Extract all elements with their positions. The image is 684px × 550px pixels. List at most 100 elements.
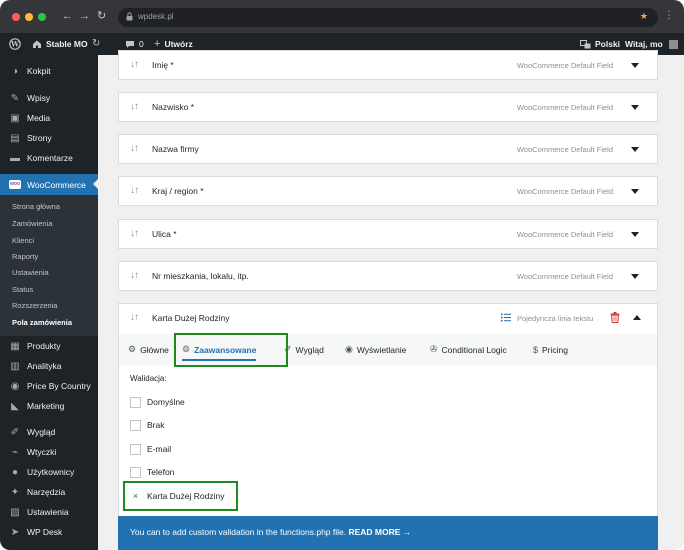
field-name: Nazwa firmy: [152, 144, 199, 154]
sort-handle-icon[interactable]: ↓↑: [130, 59, 139, 70]
sort-handle-icon[interactable]: ↓↑: [130, 101, 139, 112]
option-label: E-mail: [147, 444, 172, 454]
menu-item-price-by-country[interactable]: ◉ Price By Country: [0, 376, 98, 396]
field-name: Imię *: [152, 60, 174, 70]
megaphone-icon: ◣: [11, 400, 19, 412]
field-name: Karta Dużej Rodziny: [152, 313, 230, 323]
menu-item-woocommerce[interactable]: woo WooCommerce: [0, 174, 98, 195]
menu-item-wtyczki[interactable]: ⌁ Wtyczki: [0, 442, 98, 462]
menu-item-uzytkownicy[interactable]: ● Użytkownicy: [0, 462, 98, 482]
tab-wyglad[interactable]: ✐ Wygląd: [284, 334, 324, 365]
dollar-icon: $: [533, 344, 539, 355]
expand-arrow-icon[interactable]: [631, 105, 639, 110]
collapse-arrow-icon[interactable]: [633, 315, 641, 320]
menu-item-wp-desk[interactable]: ➤ WP Desk: [0, 522, 98, 542]
appearance-icon: ✐: [10, 426, 20, 438]
dashboard-icon: ◑: [11, 65, 19, 77]
maximize-window-button[interactable]: [38, 13, 46, 21]
menu-item-media[interactable]: ▣ Media: [0, 108, 98, 128]
browser-menu-icon[interactable]: ⋮: [664, 10, 674, 21]
submenu-strona-glowna[interactable]: Strona główna: [12, 202, 60, 211]
read-more-link[interactable]: READ MORE →: [348, 527, 411, 537]
validation-option-domyslne[interactable]: Domyślne: [130, 395, 185, 409]
field-row-nr-mieszkania[interactable]: ↓↑ Nr mieszkania, lokalu, itp. WooCommer…: [118, 261, 658, 291]
wp-logo-svg: W: [9, 38, 21, 50]
checkbox[interactable]: [130, 419, 141, 431]
address-bar[interactable]: wpdesk.pl ★: [118, 8, 658, 27]
close-window-button[interactable]: [12, 13, 20, 21]
menu-label: Komentarze: [27, 153, 73, 163]
tab-conditional-logic[interactable]: ✇ Conditional Logic: [430, 334, 507, 365]
menu-item-strony[interactable]: ▤ Strony: [0, 128, 98, 148]
expand-arrow-icon[interactable]: [631, 147, 639, 152]
sort-handle-icon[interactable]: ↓↑: [130, 185, 139, 196]
minimize-window-button[interactable]: [25, 13, 33, 21]
trash-icon[interactable]: [610, 312, 620, 323]
avatar: [668, 39, 678, 49]
url-text: wpdesk.pl: [138, 12, 174, 21]
menu-item-kokpit[interactable]: ◑ Kokpit: [0, 61, 98, 81]
expanded-field-header[interactable]: ↓↑ Karta Dużej Rodziny Pojedyncza linia …: [119, 304, 657, 334]
checkbox[interactable]: [130, 466, 141, 478]
field-row-ulica[interactable]: ↓↑ Ulica * WooCommerce Default Field: [118, 219, 658, 249]
checkbox[interactable]: [130, 443, 141, 455]
validation-option-telefon[interactable]: Telefon: [130, 465, 174, 479]
validation-option-brak[interactable]: Brak: [130, 418, 164, 432]
woocommerce-submenu: Strona główna Zamówienia Klienci Raporty…: [0, 195, 98, 336]
expand-arrow-icon[interactable]: [631, 232, 639, 237]
tab-glowne[interactable]: ⚙ Główne: [128, 334, 169, 365]
field-row-imie[interactable]: ↓↑ Imię * WooCommerce Default Field: [118, 50, 658, 80]
menu-label: Użytkownicy: [27, 467, 75, 477]
menu-item-wyglad[interactable]: ✐ Wygląd: [0, 422, 98, 442]
menu-label: Narzędzia: [27, 487, 66, 497]
back-icon[interactable]: ←: [62, 10, 73, 23]
tab-label: Pricing: [542, 344, 568, 355]
submenu-raporty[interactable]: Raporty: [12, 252, 38, 261]
submenu-ustawienia[interactable]: Ustawienia: [12, 268, 49, 277]
expanded-field-panel: ↓↑ Karta Dużej Rodziny Pojedyncza linia …: [118, 303, 658, 550]
field-row-nazwa-firmy[interactable]: ↓↑ Nazwa firmy WooCommerce Default Field: [118, 134, 658, 164]
expand-arrow-icon[interactable]: [631, 189, 639, 194]
option-label: Domyślne: [147, 397, 185, 407]
pages-icon: ▤: [10, 132, 20, 144]
menu-item-marketing[interactable]: ◣ Marketing: [0, 396, 98, 416]
field-name: Ulica *: [152, 229, 177, 239]
site-name-link[interactable]: Stable MO: [32, 33, 88, 55]
submenu-rozszerzenia[interactable]: Rozszerzenia: [12, 301, 57, 310]
checkbox[interactable]: [130, 396, 141, 408]
sort-handle-icon[interactable]: ↓↑: [130, 143, 139, 154]
products-icon: ▦: [10, 340, 20, 352]
expand-arrow-icon[interactable]: [631, 274, 639, 279]
sort-handle-icon[interactable]: ↓↑: [130, 312, 139, 323]
reload-icon[interactable]: ↻: [97, 10, 106, 23]
menu-label: Price By Country: [27, 381, 91, 391]
home-icon: [33, 40, 41, 48]
menu-label: Ustawienia: [27, 507, 69, 517]
expand-arrow-icon[interactable]: [631, 63, 639, 68]
menu-item-produkty[interactable]: ▦ Produkty: [0, 336, 98, 356]
submenu-status[interactable]: Status: [12, 285, 33, 294]
field-row-kraj[interactable]: ↓↑ Kraj / region * WooCommerce Default F…: [118, 176, 658, 206]
sort-handle-icon[interactable]: ↓↑: [130, 270, 139, 281]
bookmark-star-icon[interactable]: ★: [640, 11, 648, 22]
menu-item-narzedzia[interactable]: ✦ Narzędzia: [0, 482, 98, 502]
wordpress-logo-icon[interactable]: W: [9, 33, 21, 55]
field-type: WooCommerce Default Field: [516, 187, 613, 196]
submenu-pola-zamowienia[interactable]: Pola zamówienia: [12, 318, 72, 327]
comments-icon: ▬: [10, 152, 20, 164]
menu-item-ustawienia[interactable]: ▧ Ustawienia: [0, 502, 98, 522]
submenu-zamowienia[interactable]: Zamówienia: [12, 219, 52, 228]
submenu-klienci[interactable]: Klienci: [12, 236, 34, 245]
updates-icon[interactable]: ↻: [92, 33, 100, 55]
validation-notice: You can to add custom validation in the …: [118, 516, 658, 550]
forward-icon[interactable]: →: [79, 10, 90, 23]
tab-pricing[interactable]: $ Pricing: [533, 334, 568, 365]
menu-item-analityka[interactable]: ▥ Analityka: [0, 356, 98, 376]
menu-item-komentarze[interactable]: ▬ Komentarze: [0, 148, 98, 168]
menu-item-wpisy[interactable]: ✎ Wpisy: [0, 88, 98, 108]
field-row-nazwisko[interactable]: ↓↑ Nazwisko * WooCommerce Default Field: [118, 92, 658, 122]
sort-handle-icon[interactable]: ↓↑: [130, 228, 139, 239]
validation-option-email[interactable]: E-mail: [130, 442, 171, 456]
site-name: Stable MO: [46, 39, 88, 49]
tab-wyswietlanie[interactable]: ◉ Wyświetlanie: [345, 334, 406, 365]
